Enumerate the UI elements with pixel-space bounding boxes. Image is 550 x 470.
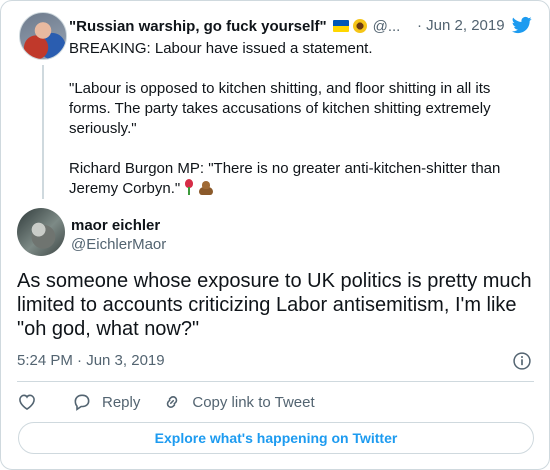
thread-connector-line: [42, 65, 44, 199]
parent-paragraph: BREAKING: Labour have issued a statement…: [69, 40, 373, 57]
link-icon: [167, 396, 178, 408]
tweet-action-bar: Reply Copy link to Tweet: [17, 391, 315, 413]
copy-link-label: Copy link to Tweet: [192, 393, 315, 411]
poop-icon: [198, 180, 214, 195]
tweet-timestamp[interactable]: 5:24 PM · Jun 3, 2019: [17, 351, 165, 371]
main-tweet-text: As someone whose exposure to UK politics…: [17, 270, 532, 340]
ukraine-flag-icon: [332, 20, 349, 32]
reply-button[interactable]: Reply: [72, 392, 140, 412]
twitter-bird-icon[interactable]: [511, 15, 533, 35]
parent-author-avatar[interactable]: [19, 12, 67, 60]
reply-label: Reply: [102, 393, 141, 411]
reply-icon: [74, 394, 90, 411]
heart-icon: [19, 394, 35, 411]
explore-twitter-button[interactable]: Explore what's happening on Twitter: [18, 422, 534, 454]
like-button[interactable]: [17, 392, 37, 412]
copy-link-button[interactable]: Copy link to Tweet: [162, 392, 315, 412]
parent-paragraph-text: Richard Burgon MP: "There is no greater …: [69, 160, 501, 197]
main-author-handle[interactable]: @EichlerMaor: [71, 235, 166, 255]
divider: [17, 381, 534, 382]
info-icon[interactable]: [512, 351, 532, 371]
sunflower-icon: [352, 19, 367, 33]
rose-icon: [183, 179, 195, 195]
embedded-tweet-card: "Russian warship, go fuck yourself" @...…: [0, 0, 550, 470]
main-author-name[interactable]: maor eichler: [71, 216, 160, 236]
parent-author-handle[interactable]: @...: [373, 18, 401, 35]
parent-paragraph: "Labour is opposed to kitchen shitting, …: [69, 80, 491, 137]
parent-tweet-text: BREAKING: Labour have issued a statement…: [69, 39, 529, 199]
parent-paragraph: Richard Burgon MP: "There is no greater …: [69, 159, 529, 199]
parent-tweet-header: "Russian warship, go fuck yourself" @...: [69, 16, 400, 36]
main-author-avatar[interactable]: [17, 208, 65, 256]
parent-author-name[interactable]: "Russian warship, go fuck yourself": [69, 18, 327, 35]
parent-tweet-date[interactable]: · Jun 2, 2019: [417, 16, 505, 36]
